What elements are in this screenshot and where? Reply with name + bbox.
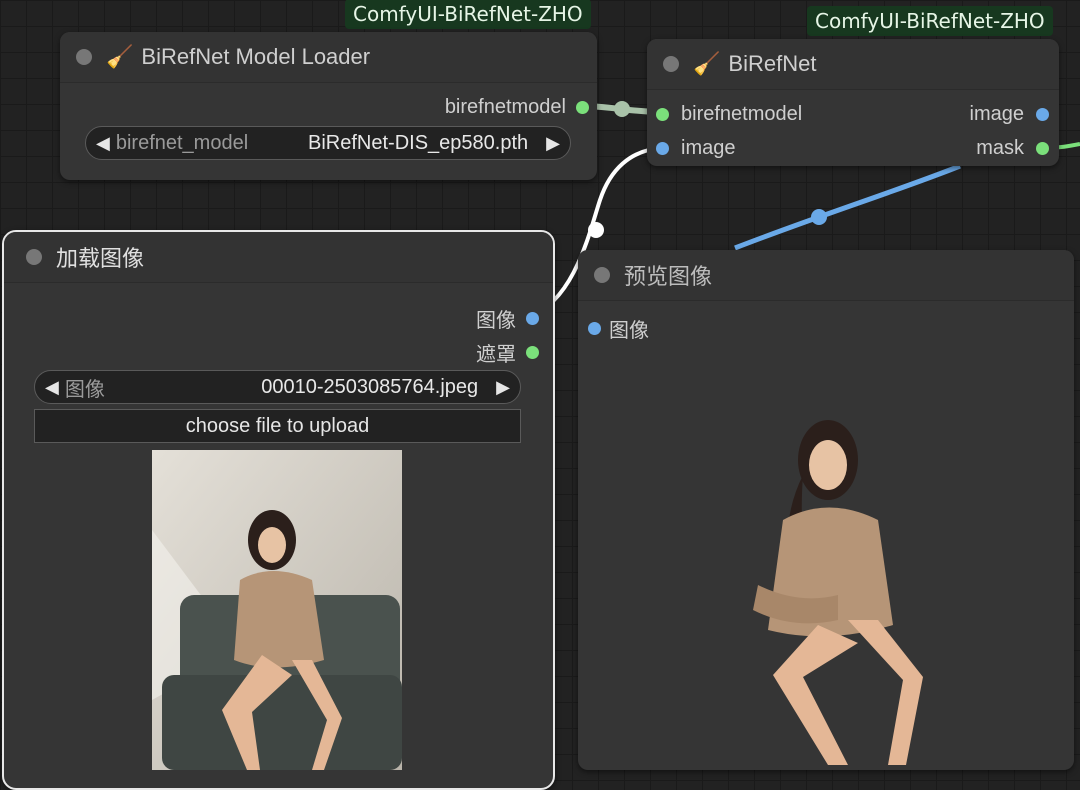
output-image-cn[interactable]: 图像 — [476, 304, 539, 333]
output-birefnetmodel[interactable]: birefnetmodel — [445, 96, 589, 119]
load-image-title-bar[interactable]: 加载图像 — [4, 232, 553, 283]
output-mask-cn[interactable]: 遮罩 — [476, 338, 539, 367]
input-image-cn-label: 图像 — [609, 320, 649, 342]
output-socket-icon[interactable] — [576, 101, 589, 114]
output-socket-icon[interactable] — [1036, 142, 1049, 155]
combo-value: BiRefNet-DIS_ep580.pth — [308, 131, 529, 154]
collapse-dot[interactable] — [26, 249, 42, 265]
model-loader-title-bar[interactable]: 🧹 BiRefNet Model Loader — [60, 32, 597, 83]
input-birefnetmodel[interactable]: birefnetmodel — [656, 103, 802, 126]
load-image-node[interactable]: 加载图像 图像 遮罩 ◀ 图像 00010-2503085764.jpeg ▶ … — [2, 230, 555, 790]
loaded-image-thumbnail — [152, 450, 402, 770]
input-image[interactable]: image — [656, 137, 735, 160]
input-image-label: image — [681, 137, 736, 159]
output-birefnetmodel-label: birefnetmodel — [444, 96, 566, 118]
input-socket-icon[interactable] — [588, 322, 601, 335]
birefnet-title-bar[interactable]: 🧹 BiRefNet — [647, 39, 1059, 90]
arrow-right-icon[interactable]: ▶ — [496, 377, 510, 398]
wire-model-handle — [614, 101, 630, 117]
birefnet-node-badge: ComfyUI-BiRefNet-ZHO — [807, 6, 1053, 36]
birefnet-node[interactable]: 🧹 BiRefNet birefnetmodel image image mas… — [647, 39, 1059, 166]
collapse-dot[interactable] — [594, 267, 610, 283]
combo-label: birefnet_model — [115, 131, 249, 154]
input-socket-icon[interactable] — [656, 108, 669, 121]
combo-value: 00010-2503085764.jpeg — [261, 375, 479, 398]
birefnet-model-select[interactable]: ◀ birefnet_model BiRefNet-DIS_ep580.pth … — [85, 126, 571, 160]
output-image[interactable]: image — [970, 103, 1049, 126]
preview-image-title: 预览图像 — [624, 264, 713, 289]
input-socket-icon[interactable] — [656, 142, 669, 155]
output-socket-icon[interactable] — [1036, 108, 1049, 121]
model-loader-title: BiRefNet Model Loader — [141, 44, 371, 69]
arrow-left-icon[interactable]: ◀ — [45, 377, 59, 398]
choose-file-upload-button[interactable]: choose file to upload — [34, 409, 521, 443]
preview-output-image — [753, 420, 923, 765]
output-socket-icon[interactable] — [526, 312, 539, 325]
output-image-cn-label: 图像 — [476, 310, 516, 332]
preview-image-title-bar[interactable]: 预览图像 — [578, 250, 1074, 301]
loader-node-badge: ComfyUI-BiRefNet-ZHO — [345, 0, 591, 29]
output-image-label: image — [969, 103, 1024, 125]
output-mask-label: mask — [976, 137, 1024, 159]
image-file-select[interactable]: ◀ 图像 00010-2503085764.jpeg ▶ — [34, 370, 521, 404]
load-image-title: 加载图像 — [56, 246, 145, 271]
broom-icon: 🧹 — [106, 44, 134, 69]
input-birefnetmodel-label: birefnetmodel — [681, 103, 803, 125]
arrow-right-icon[interactable]: ▶ — [546, 133, 560, 154]
arrow-left-icon[interactable]: ◀ — [96, 133, 110, 154]
combo-label: 图像 — [64, 378, 105, 401]
output-mask-cn-label: 遮罩 — [476, 344, 516, 366]
wire-preview — [734, 163, 961, 251]
collapse-dot[interactable] — [663, 56, 679, 72]
preview-image-node[interactable]: 预览图像 图像 — [578, 250, 1074, 770]
collapse-dot[interactable] — [76, 49, 92, 65]
wire-preview-handle — [811, 209, 827, 225]
input-image-cn[interactable]: 图像 — [588, 314, 649, 343]
output-socket-icon[interactable] — [526, 346, 539, 359]
wire-image-handle — [588, 222, 604, 238]
output-mask[interactable]: mask — [976, 137, 1049, 160]
birefnet-title: BiRefNet — [728, 51, 817, 76]
broom-icon: 🧹 — [693, 51, 721, 76]
model-loader-node[interactable]: 🧹 BiRefNet Model Loader birefnetmodel ◀ … — [60, 32, 597, 180]
